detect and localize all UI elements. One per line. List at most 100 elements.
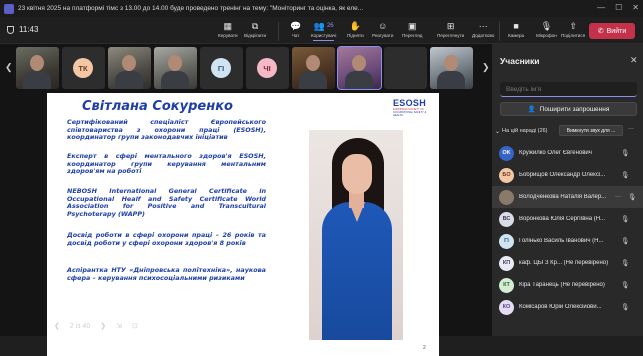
participant-tile[interactable] [337,46,382,90]
more-button[interactable]: ··· Додатково [472,19,494,38]
avatar [499,189,514,205]
participant-tile[interactable]: ЧІ [246,47,289,89]
slide-title: Світлана Сокуренко [82,99,233,114]
avatar: КП [499,255,514,271]
participant-name: Кружилко Олег Євгенович [519,150,592,156]
people-button[interactable]: 👥 26 Користувачі [311,19,336,41]
participant-name: Голінько Василь Іванович (Н... [519,238,604,244]
camera-button[interactable]: ■ Камера [508,19,524,38]
present-view-icon[interactable]: ⊡ [132,322,138,330]
close-window-button[interactable]: ✕ [632,3,639,12]
participant-row[interactable]: Володченкова Наталія Валер... ··· 🎙 [492,186,643,208]
prev-slide-button[interactable]: ❮ [54,322,60,330]
more-icon: ··· [478,21,488,31]
emoji-icon: ☺ [378,21,388,31]
participant-search-input[interactable] [500,82,637,97]
share-icon: ⇧ [569,20,577,31]
people-count-badge: 26 [326,23,334,29]
mic-muted-icon: 🎙 [621,172,630,179]
video-head [444,55,458,71]
slide-paragraph: Аспірантка НТУ «Дніпровська політехніка»… [67,266,266,282]
meeting-time: 11:43 [19,25,39,34]
slide-paragraph: Сертифікований спеціаліст Європейського … [67,118,266,142]
meeting-timer: 11:43 [7,25,38,34]
meeting-stage: ❮ ТК ГІ ЧІ ❯ Світлана Сокуренко ESOSH EURO… [0,44,492,356]
participant-row[interactable]: ВС Воронкова Юлія Сергіївна (Н... 🎙 [492,208,643,230]
rooms-button[interactable]: ⊞ Переглянути [437,19,464,39]
video-head [30,55,44,71]
participant-name: Воронкова Юлія Сергіївна (Н... [519,216,606,222]
participant-name: Кіра Таранець (Не перевірено) [519,282,605,288]
avatar: БО [499,167,514,183]
participant-tile[interactable]: ГІ [200,47,243,89]
participant-tile[interactable] [430,47,473,89]
chat-button[interactable]: 💬 Чат [290,19,302,39]
participant-group-header[interactable]: ⌄ На цій нараді (26) Вимкнути звук для .… [492,125,643,137]
mic-muted-icon: 🎙 [628,194,637,201]
close-icon[interactable]: ✕ [630,55,638,66]
avatar: КТ [499,277,514,293]
share-screen-button[interactable]: ⇧ Поділитися [561,19,585,39]
more-options-icon[interactable]: ··· [628,126,634,132]
raise-hand-button[interactable]: ✋ Підняти [347,19,364,39]
window-controls: — ☐ ✕ [597,3,639,12]
window-title: 23 квітня 2025 на платформі тімс з 13.00… [18,5,364,12]
unpin-button[interactable]: ⧉ Відкріпити [244,19,266,39]
manage-button[interactable]: ▦ Керувати [218,19,238,39]
next-slide-button[interactable]: ❯ [100,322,106,330]
participant-row[interactable]: OK Кружилко Олег Євгенович 🎙 [492,142,643,164]
strip-next-icon[interactable]: ❯ [482,62,490,73]
avatar: ТК [73,58,93,78]
participant-row[interactable]: КО Комісаров Юрій Олексійови... 🎙 [492,296,643,318]
expand-icon[interactable]: ⇲ [116,322,122,330]
more-options-icon[interactable]: ··· [615,194,621,200]
participant-row[interactable]: КП каф. ЦБГЗ Кр... (Не перевірено) 🎙 [492,252,643,274]
video-body [299,71,327,89]
group-label: На цій нараді (26) [502,128,548,134]
maximize-button[interactable]: ☐ [615,3,622,12]
react-button[interactable]: ☺ Реагувати [372,19,393,38]
participant-name: Володченкова Наталія Валер... [519,194,607,200]
popout-icon: ⧉ [251,20,259,31]
view-button[interactable]: ▣ Перегляд [402,19,422,39]
participant-list: OK Кружилко Олег Євгенович 🎙 БО Бобрищов Оле… [492,142,643,318]
minimize-button[interactable]: — [597,3,605,12]
video-body [23,71,51,89]
participant-tile[interactable] [108,47,151,89]
participant-tile[interactable]: ТК [62,47,105,89]
participant-tile[interactable] [16,47,59,89]
participant-tile[interactable] [292,47,335,89]
chat-icon: 💬 [290,20,302,31]
participant-name: Бобрищов Олександр Олексі... [519,172,606,178]
participant-strip: ТК ГІ ЧІ [16,46,478,91]
video-head [168,55,182,71]
video-body [345,71,373,89]
avatar: КО [499,299,514,315]
mic-button[interactable]: 🎙 Мікрофон [536,19,557,39]
participant-tile[interactable] [154,47,197,89]
slide-paragraph: Експерт в сфері ментального здоров'я ESO… [67,152,266,176]
video-body [437,71,465,89]
participant-tile[interactable] [384,47,427,89]
participant-row[interactable]: КТ Кіра Таранець (Не перевірено) 🎙 [492,274,643,296]
video-head [352,55,366,71]
camera-icon: ■ [513,21,519,31]
shared-slide: Світлана Сокуренко ESOSH EUROPEAN SOCIET… [47,93,439,356]
slide-counter: 2 із 40 [69,322,91,330]
share-invite-button[interactable]: 👤 Поширити запрошення [500,102,637,116]
mic-muted-icon: 🎙 [621,260,630,267]
rooms-icon: ⊞ [446,20,455,31]
panel-title: Учасники [500,56,540,66]
manage-icon: ▦ [223,20,233,31]
mute-all-button[interactable]: Вимкнути звук для ... [559,125,623,136]
view-icon: ▣ [407,20,417,31]
participant-row[interactable]: БО Бобрищов Олександр Олексі... 🎙 [492,164,643,186]
participant-row[interactable]: ГІ Голінько Василь Іванович (Н... 🎙 [492,230,643,252]
participants-panel: Учасники ✕ 👤 Поширити запрошення ⌄ На ці… [492,44,643,336]
mic-muted-icon: 🎙 [621,304,630,311]
video-head [306,55,320,71]
leave-button[interactable]: ✆ Вийти [589,23,635,39]
video-body [161,71,189,89]
mic-muted-icon: 🎙 [621,216,630,223]
strip-prev-icon[interactable]: ❮ [5,62,13,73]
